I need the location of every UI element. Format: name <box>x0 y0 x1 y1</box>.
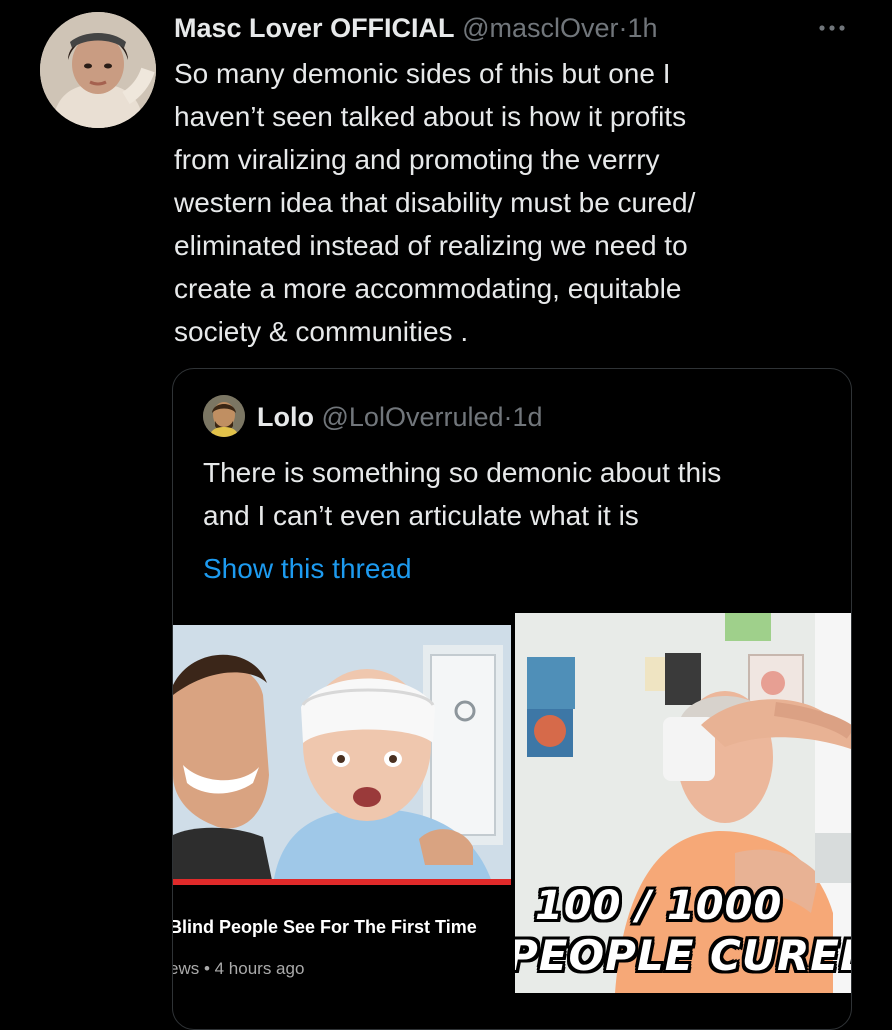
tweet-header: Masc Lover OFFICIAL @masclOver·1h <box>174 10 658 46</box>
progress-bar <box>173 879 511 885</box>
show-thread-link[interactable]: Show this thread <box>203 549 412 589</box>
separator: · <box>618 13 628 43</box>
video-title: Blind People See For The First Time <box>173 917 477 937</box>
quote-separator: · <box>503 402 513 432</box>
tweet-text: So many demonic sides of this but one I … <box>174 58 696 347</box>
display-name[interactable]: Masc Lover OFFICIAL <box>174 13 455 43</box>
quote-header: Lolo @LolOverruled·1d <box>257 399 543 435</box>
more-icon[interactable] <box>816 14 848 42</box>
quote-handle[interactable]: @LolOverruled <box>322 402 504 432</box>
handle[interactable]: @masclOver <box>462 13 618 43</box>
quote-display-name[interactable]: Lolo <box>257 402 314 432</box>
timestamp[interactable]: 1h <box>628 13 658 43</box>
quoted-tweet[interactable]: Lolo @LolOverruled·1d There is something… <box>172 368 852 1030</box>
quote-timestamp[interactable]: 1d <box>513 402 543 432</box>
overlay-text-line1: 100 / 1000 <box>535 883 783 929</box>
video-meta: ews • 4 hours ago <box>173 959 305 978</box>
video-thumbnail-left[interactable]: Blind People See For The First Time ews … <box>173 625 511 995</box>
media-grid: Blind People See For The First Time ews … <box>173 613 851 995</box>
quote-text: There is something so demonic about this… <box>203 457 722 531</box>
overlay-text-line2: PEOPLE CURED <box>515 931 851 980</box>
image-thumbnail-right[interactable]: 100 / 1000 PEOPLE CURED <box>515 613 851 993</box>
tweet: Masc Lover OFFICIAL @masclOver·1h So man… <box>0 0 892 1030</box>
quote-avatar[interactable] <box>203 395 245 437</box>
avatar[interactable] <box>40 12 156 128</box>
